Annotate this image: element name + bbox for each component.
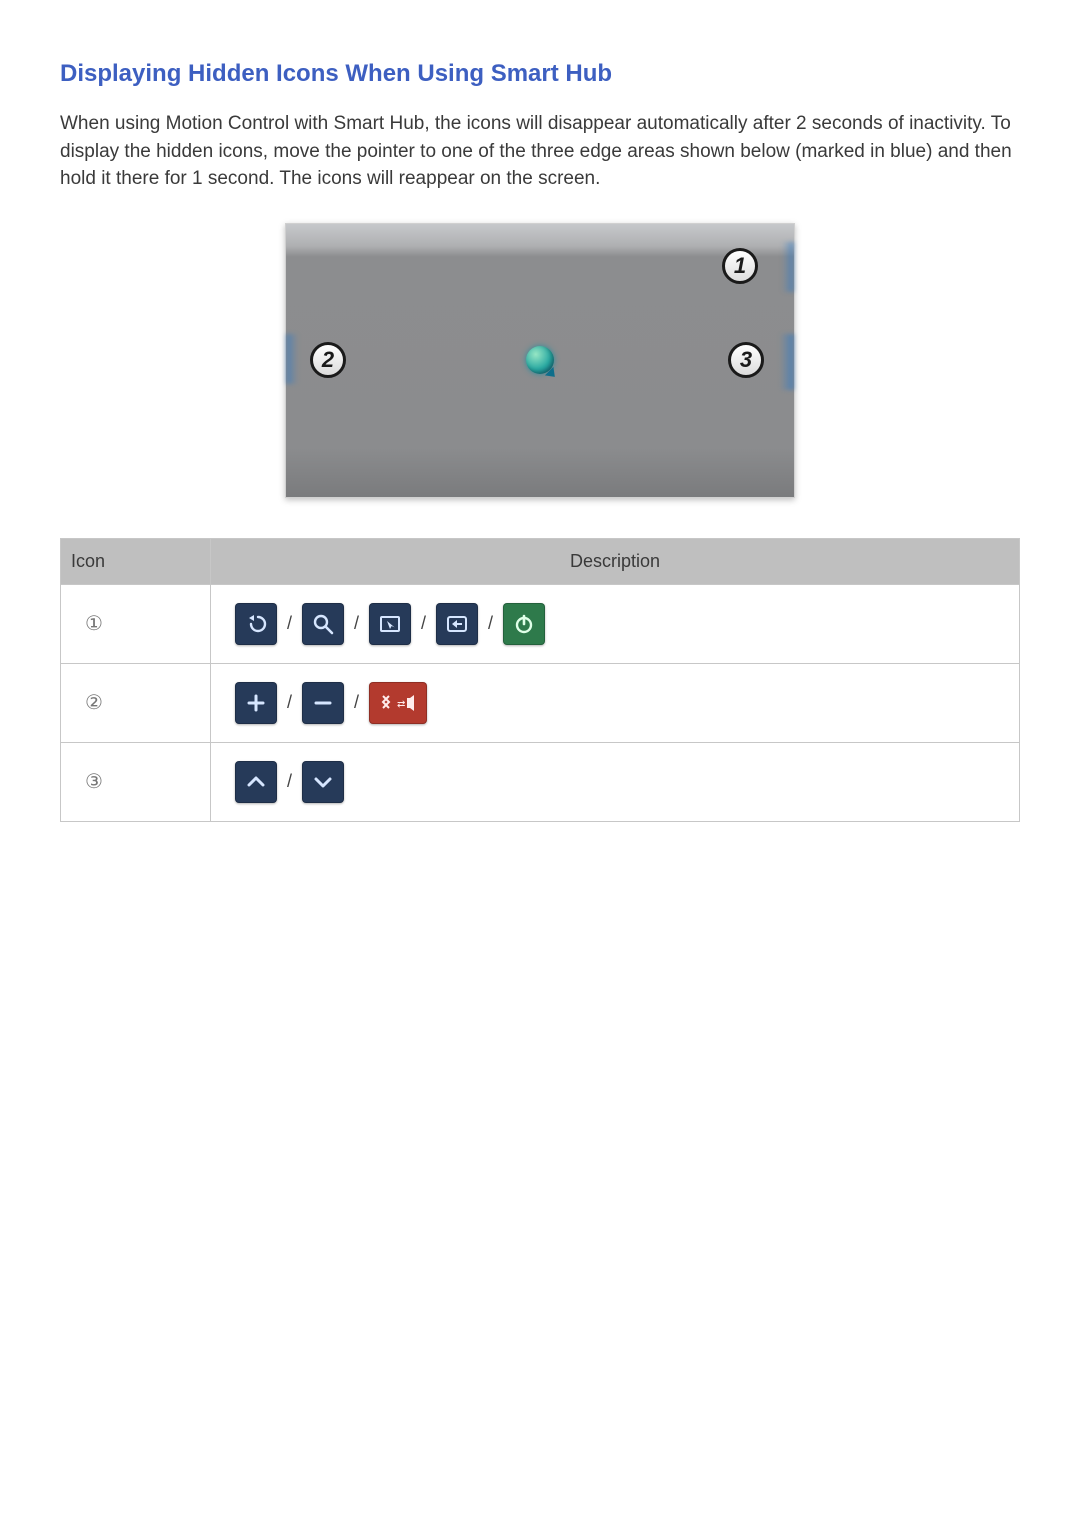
th-icon: Icon bbox=[61, 538, 211, 584]
pointer-box-icon bbox=[369, 603, 411, 645]
edge-hotspot-left bbox=[286, 334, 298, 384]
table-row: ① / / / bbox=[61, 584, 1020, 663]
separator: / bbox=[285, 692, 294, 713]
separator: / bbox=[486, 613, 495, 634]
screenshot-figure: 1 2 3 bbox=[60, 223, 1020, 498]
row2-marker: ② bbox=[85, 692, 103, 714]
row1-marker: ① bbox=[85, 613, 103, 635]
icon-description-table: Icon Description ① / / bbox=[60, 538, 1020, 822]
row2-icons: / / ⇄ bbox=[235, 682, 995, 724]
callout-2: 2 bbox=[310, 342, 346, 378]
back-icon bbox=[235, 603, 277, 645]
chevron-down-icon bbox=[302, 761, 344, 803]
separator: / bbox=[352, 613, 361, 634]
section-title: Displaying Hidden Icons When Using Smart… bbox=[60, 60, 1020, 88]
return-icon bbox=[436, 603, 478, 645]
row3-marker: ③ bbox=[85, 771, 103, 793]
callout-3: 3 bbox=[728, 342, 764, 378]
separator: / bbox=[352, 692, 361, 713]
separator: / bbox=[419, 613, 428, 634]
chevron-up-icon bbox=[235, 761, 277, 803]
separator: / bbox=[285, 613, 294, 634]
edge-hotspot-right bbox=[780, 334, 794, 390]
edge-hotspot-top-right bbox=[782, 242, 794, 292]
minus-icon bbox=[302, 682, 344, 724]
th-description: Description bbox=[211, 538, 1020, 584]
mute-speaker-icon: ⇄ bbox=[369, 682, 427, 724]
svg-text:⇄: ⇄ bbox=[397, 699, 405, 710]
row1-icons: / / / / bbox=[235, 603, 995, 645]
table-row: ③ / bbox=[61, 742, 1020, 821]
tv-screenshot: 1 2 3 bbox=[285, 223, 795, 498]
row3-icons: / bbox=[235, 761, 995, 803]
callout-1: 1 bbox=[722, 248, 758, 284]
separator: / bbox=[285, 771, 294, 792]
power-icon bbox=[503, 603, 545, 645]
plus-icon bbox=[235, 682, 277, 724]
intro-paragraph: When using Motion Control with Smart Hub… bbox=[60, 110, 1020, 193]
motion-pointer-icon bbox=[526, 346, 554, 374]
search-icon bbox=[302, 603, 344, 645]
table-row: ② / / ⇄ bbox=[61, 663, 1020, 742]
